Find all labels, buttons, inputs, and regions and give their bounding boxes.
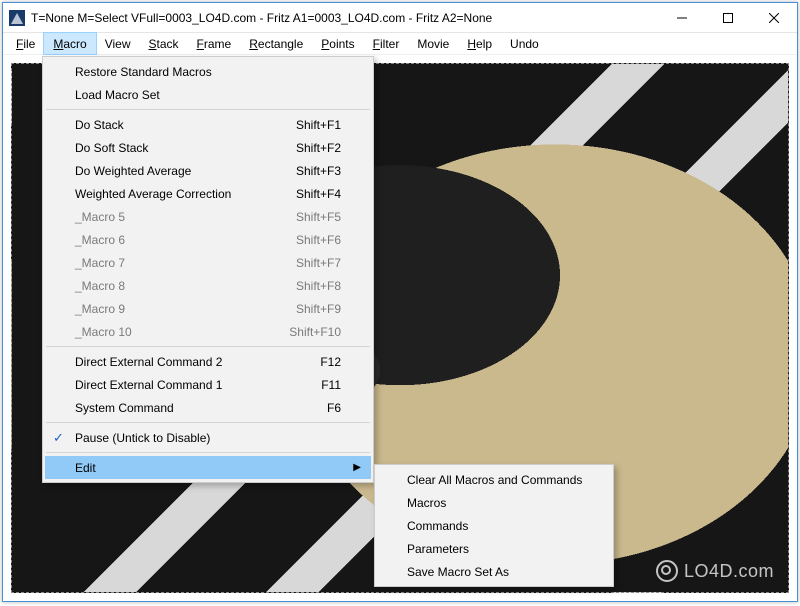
menu-item-label: Commands: [407, 519, 468, 533]
menu-separator: [46, 422, 370, 423]
app-window: T=None M=Select VFull=0003_LO4D.com - Fr…: [2, 2, 798, 602]
menu-item-label: Clear All Macros and Commands: [407, 473, 582, 487]
macro-menu-item-do-soft-stack[interactable]: Do Soft Stack Shift+F2: [45, 136, 371, 159]
menu-item-label: Pause (Untick to Disable): [75, 431, 210, 445]
submenu-arrow-icon: ▶: [353, 462, 361, 473]
menu-item-label: System Command: [75, 401, 174, 415]
menu-item-label: Direct External Command 2: [75, 355, 222, 369]
menu-item-label: _Macro 6: [75, 233, 125, 247]
macro-menu-item-edit[interactable]: Edit ▶: [45, 456, 371, 479]
menu-separator: [46, 452, 370, 453]
menu-item-label: _Macro 8: [75, 279, 125, 293]
edit-submenu-item-parameters[interactable]: Parameters: [377, 537, 611, 560]
menu-item-label: Restore Standard Macros: [75, 65, 212, 79]
menu-item-label: Weighted Average Correction: [75, 187, 231, 201]
menu-frame[interactable]: Frame: [188, 33, 241, 54]
app-icon: [9, 10, 25, 26]
watermark-text: LO4D.com: [684, 561, 774, 582]
minimize-button[interactable]: [659, 3, 705, 32]
edit-submenu-item-commands[interactable]: Commands: [377, 514, 611, 537]
menu-item-label: Edit: [75, 461, 96, 475]
menubar: FileMacroViewStackFrameRectanglePointsFi…: [3, 33, 797, 55]
menu-view[interactable]: View: [96, 33, 140, 54]
macro-menu-item--macro-8[interactable]: _Macro 8 Shift+F8: [45, 274, 371, 297]
menu-rectangle[interactable]: Rectangle: [240, 33, 312, 54]
menu-macro[interactable]: Macro: [44, 33, 95, 54]
macro-menu-item-do-weighted-average[interactable]: Do Weighted Average Shift+F3: [45, 159, 371, 182]
macro-menu-item--macro-10[interactable]: _Macro 10 Shift+F10: [45, 320, 371, 343]
menu-item-label: Parameters: [407, 542, 469, 556]
macro-menu-item-pause[interactable]: ✓ Pause (Untick to Disable): [45, 426, 371, 449]
menu-points[interactable]: Points: [312, 33, 363, 54]
menu-item-shortcut: Shift+F10: [255, 325, 341, 339]
menu-item-shortcut: Shift+F9: [262, 302, 341, 316]
watermark: LO4D.com: [656, 560, 774, 582]
menu-item-label: Macros: [407, 496, 446, 510]
menu-item-shortcut: Shift+F3: [262, 164, 341, 178]
macro-menu-item-restore-standard-macros[interactable]: Restore Standard Macros: [45, 60, 371, 83]
menu-item-label: _Macro 7: [75, 256, 125, 270]
window-title: T=None M=Select VFull=0003_LO4D.com - Fr…: [31, 11, 659, 25]
menu-item-label: Save Macro Set As: [407, 565, 509, 579]
menu-help[interactable]: Help: [458, 33, 501, 54]
menu-separator: [46, 346, 370, 347]
macro-menu-item-system-command[interactable]: System Command F6: [45, 396, 371, 419]
menu-stack[interactable]: Stack: [140, 33, 188, 54]
menu-item-shortcut: Shift+F8: [262, 279, 341, 293]
menu-filter[interactable]: Filter: [364, 33, 409, 54]
menu-item-shortcut: F11: [287, 378, 341, 392]
menu-movie[interactable]: Movie: [408, 33, 458, 54]
menu-item-label: _Macro 9: [75, 302, 125, 316]
menu-item-label: Load Macro Set: [75, 88, 160, 102]
menu-item-shortcut: F6: [293, 401, 341, 415]
menu-item-label: _Macro 5: [75, 210, 125, 224]
macro-menu-item-direct-external-command-2[interactable]: Direct External Command 2 F12: [45, 350, 371, 373]
edit-submenu: Clear All Macros and Commands Macros Comma…: [374, 464, 614, 587]
check-icon: ✓: [53, 430, 64, 446]
menu-item-shortcut: Shift+F4: [262, 187, 341, 201]
edit-submenu-item-save-macro-set-as[interactable]: Save Macro Set As: [377, 560, 611, 583]
menu-item-shortcut: Shift+F2: [262, 141, 341, 155]
macro-menu-item-load-macro-set[interactable]: Load Macro Set: [45, 83, 371, 106]
edit-submenu-item-macros[interactable]: Macros: [377, 491, 611, 514]
macro-menu-item-direct-external-command-1[interactable]: Direct External Command 1 F11: [45, 373, 371, 396]
menu-separator: [46, 109, 370, 110]
macro-menu-item-weighted-average-correction[interactable]: Weighted Average Correction Shift+F4: [45, 182, 371, 205]
macro-menu-dropdown: Restore Standard Macros Load Macro Set Do …: [42, 56, 374, 483]
menu-item-label: Do Weighted Average: [75, 164, 191, 178]
menu-item-shortcut: Shift+F1: [262, 118, 341, 132]
macro-menu-item--macro-5[interactable]: _Macro 5 Shift+F5: [45, 205, 371, 228]
macro-menu-item-do-stack[interactable]: Do Stack Shift+F1: [45, 113, 371, 136]
watermark-icon: [656, 560, 678, 582]
menu-item-label: Direct External Command 1: [75, 378, 222, 392]
menu-item-shortcut: Shift+F7: [262, 256, 341, 270]
menu-item-label: _Macro 10: [75, 325, 132, 339]
menu-file[interactable]: File: [7, 33, 44, 54]
macro-menu-item--macro-9[interactable]: _Macro 9 Shift+F9: [45, 297, 371, 320]
titlebar: T=None M=Select VFull=0003_LO4D.com - Fr…: [3, 3, 797, 33]
menu-item-shortcut: F12: [286, 355, 341, 369]
macro-menu-item--macro-7[interactable]: _Macro 7 Shift+F7: [45, 251, 371, 274]
menu-undo[interactable]: Undo: [501, 33, 548, 54]
menu-item-label: Do Soft Stack: [75, 141, 148, 155]
menu-item-label: Do Stack: [75, 118, 124, 132]
window-controls: [659, 3, 797, 32]
maximize-button[interactable]: [705, 3, 751, 32]
close-button[interactable]: [751, 3, 797, 32]
macro-menu-item--macro-6[interactable]: _Macro 6 Shift+F6: [45, 228, 371, 251]
menu-item-shortcut: Shift+F6: [262, 233, 341, 247]
menu-item-shortcut: Shift+F5: [262, 210, 341, 224]
edit-submenu-item-clear-all-macros-and-commands[interactable]: Clear All Macros and Commands: [377, 468, 611, 491]
